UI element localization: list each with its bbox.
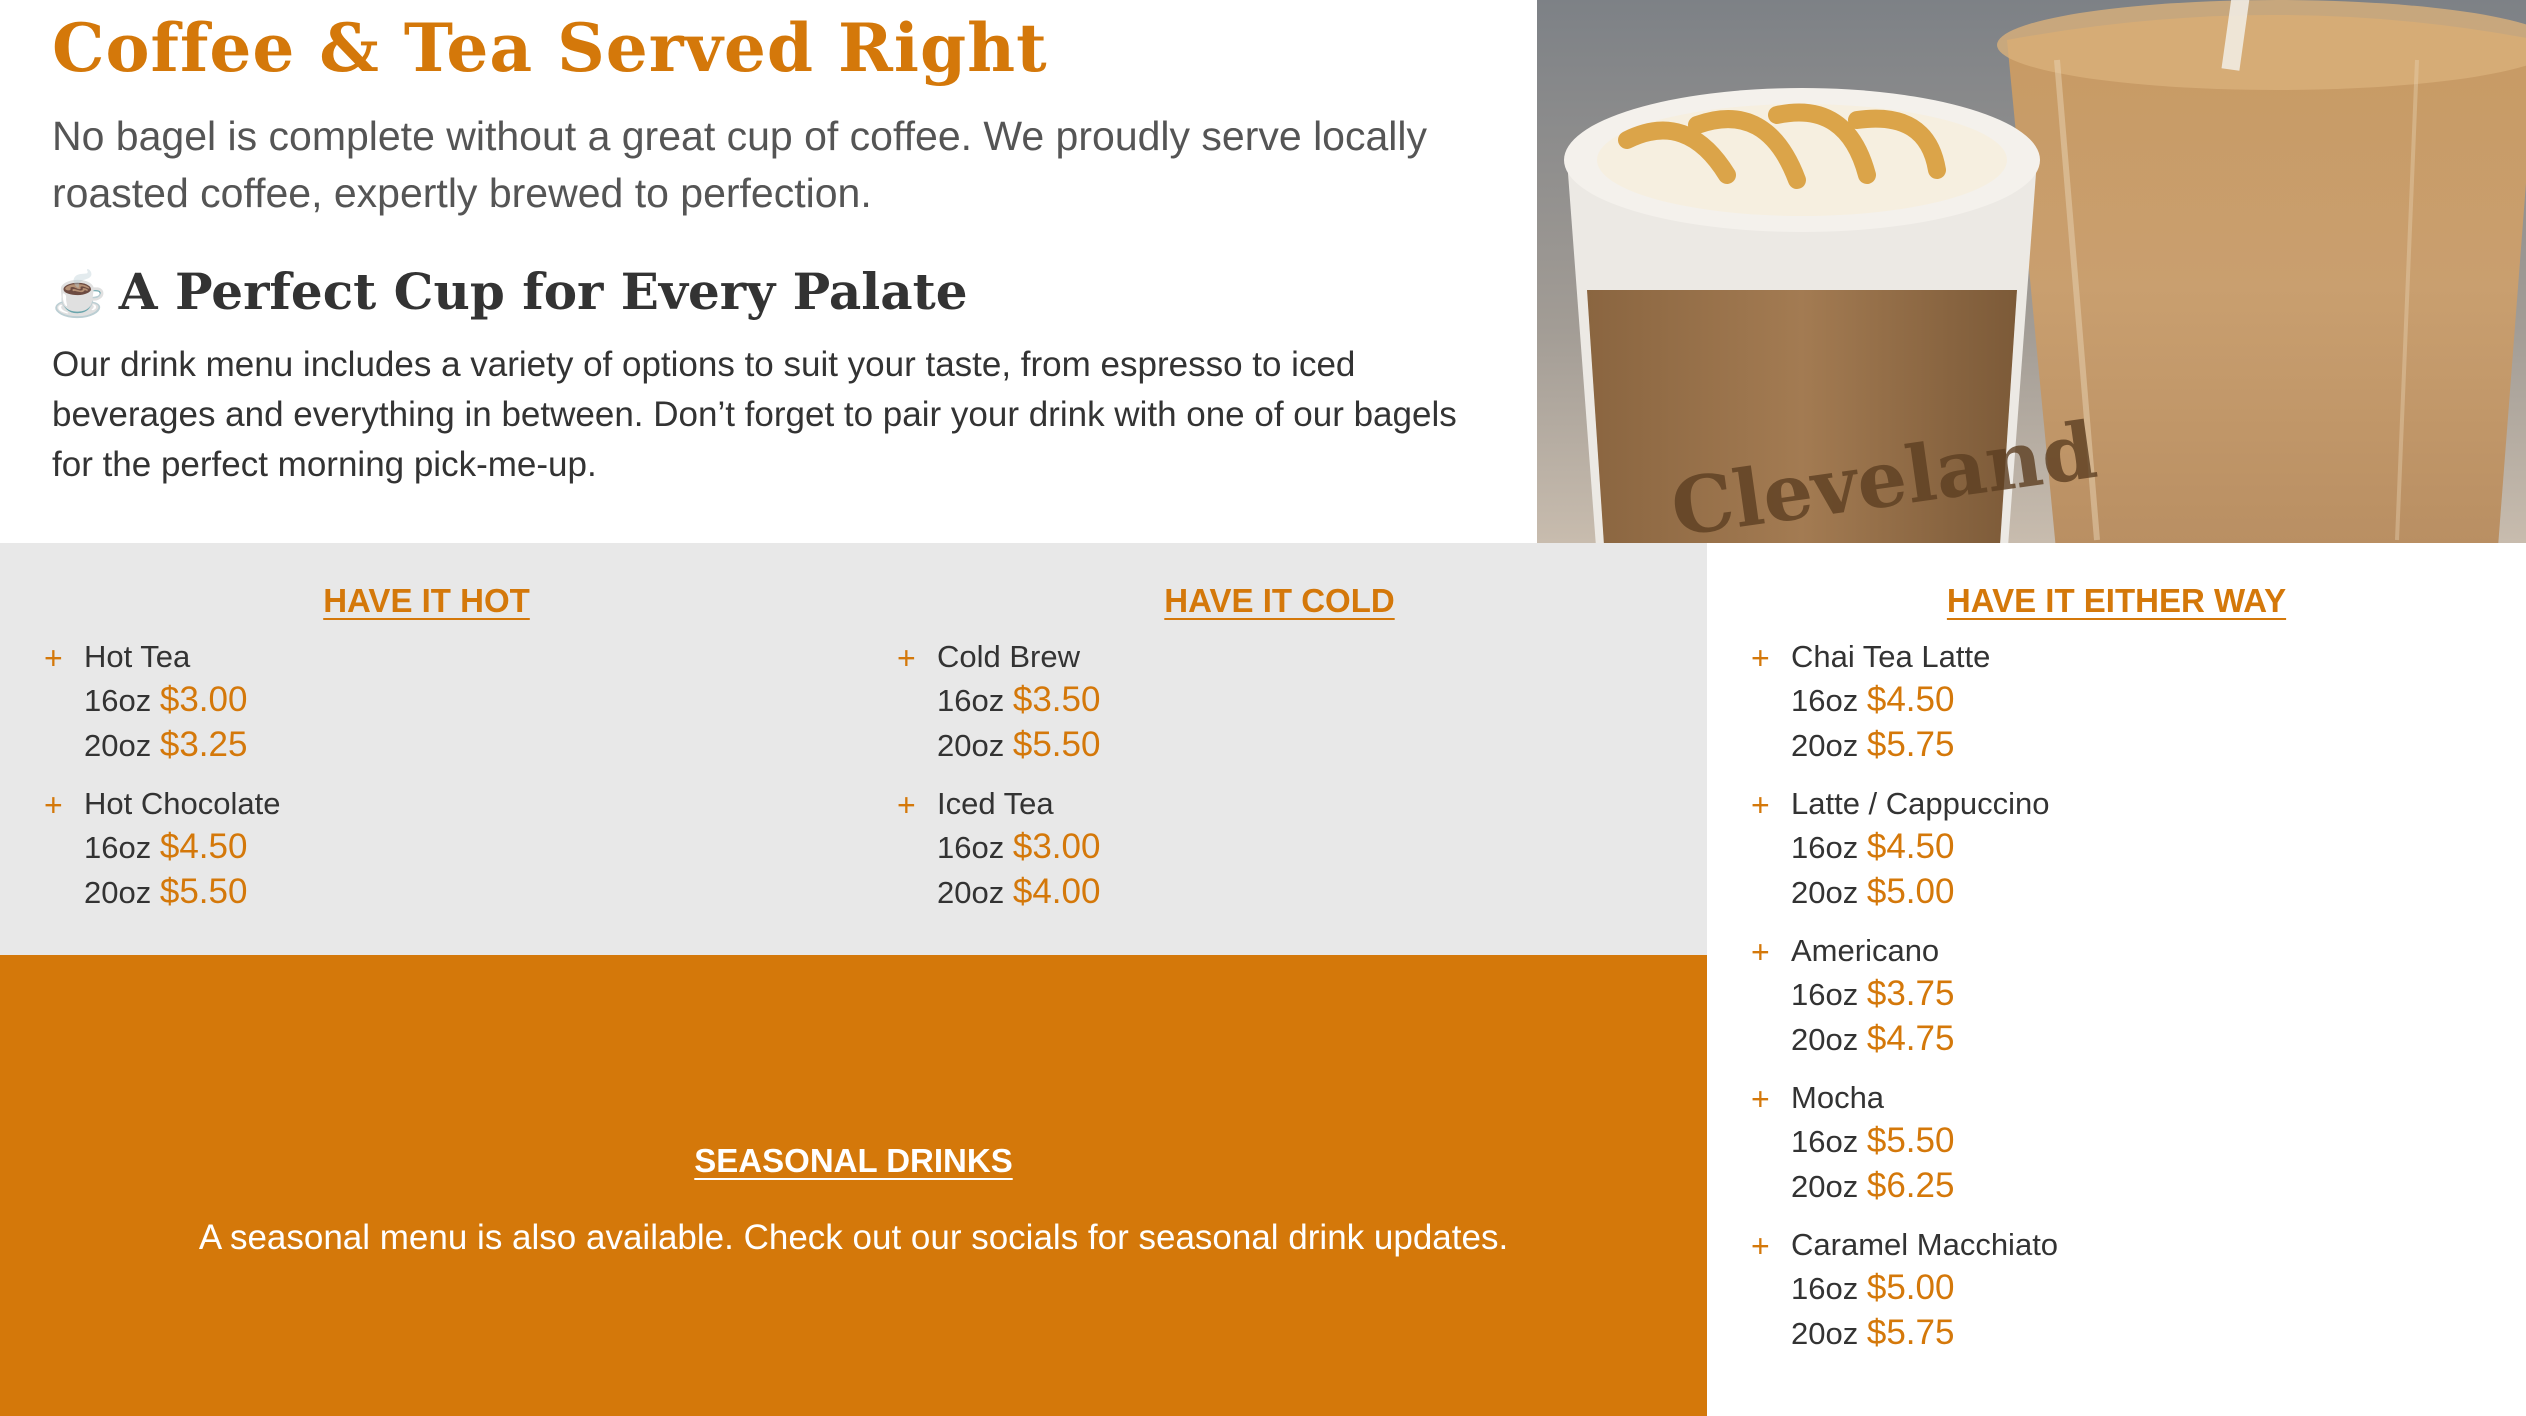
price: $4.75: [1866, 1019, 1955, 1058]
size-price-line: 16oz $4.50: [84, 825, 853, 870]
section-subheading: ☕ A Perfect Cup for Every Palate: [52, 252, 968, 335]
plus-icon[interactable]: +: [897, 783, 916, 827]
menu-item: + Americano 16oz $3.75 20oz $4.75: [1751, 930, 2526, 1062]
size-label: 20oz: [1791, 1022, 1859, 1057]
size-price-line: 16oz $3.00: [937, 825, 1706, 870]
price: $3.00: [1012, 827, 1101, 866]
size-price-line: 20oz $6.25: [1791, 1164, 2526, 1209]
menu-item: + Hot Chocolate 16oz $4.50 20oz $5.50: [44, 783, 853, 915]
size-label: 16oz: [1791, 830, 1859, 865]
price: $4.00: [1012, 872, 1101, 911]
size-price-line: 20oz $4.00: [937, 870, 1706, 915]
menu-item: + Caramel Macchiato 16oz $5.00 20oz $5.7…: [1751, 1224, 2526, 1356]
heading-have-it-hot[interactable]: HAVE IT HOT: [0, 580, 853, 622]
size-label: 20oz: [84, 875, 152, 910]
item-name: Latte / Cappuccino: [1791, 786, 2050, 821]
seasonal-text: A seasonal menu is also available. Check…: [198, 1218, 1509, 1257]
menu-column-hot: HAVE IT HOT + Hot Tea 16oz $3.00 20oz $3…: [0, 580, 853, 915]
size-price-line: 20oz $5.50: [84, 870, 853, 915]
menu-item: + Chai Tea Latte 16oz $4.50 20oz $5.75: [1751, 636, 2526, 768]
coffee-cups-illustration: Cleveland: [1537, 0, 2526, 543]
menu-item: + Mocha 16oz $5.50 20oz $6.25: [1751, 1077, 2526, 1209]
item-name: Cold Brew: [937, 639, 1080, 674]
size-label: 20oz: [1791, 1169, 1859, 1204]
plus-icon[interactable]: +: [897, 636, 916, 680]
item-name: Hot Chocolate: [84, 786, 281, 821]
menu-item: + Iced Tea 16oz $3.00 20oz $4.00: [897, 783, 1706, 915]
size-price-line: 16oz $4.50: [1791, 825, 2526, 870]
item-name: Hot Tea: [84, 639, 191, 674]
coffee-cup-icon: ☕: [52, 269, 107, 320]
price: $6.25: [1866, 1166, 1955, 1205]
item-name: Iced Tea: [937, 786, 1054, 821]
price: $5.50: [1866, 1121, 1955, 1160]
size-label: 20oz: [937, 875, 1005, 910]
plus-icon[interactable]: +: [1751, 1077, 1770, 1121]
size-label: 20oz: [937, 728, 1005, 763]
size-label: 20oz: [1791, 728, 1859, 763]
size-price-line: 16oz $5.50: [1791, 1119, 2526, 1164]
coffee-photo: Cleveland: [1537, 0, 2526, 543]
size-label: 16oz: [1791, 1271, 1859, 1306]
menu-item: + Latte / Cappuccino 16oz $4.50 20oz $5.…: [1751, 783, 2526, 915]
price: $5.50: [1012, 725, 1101, 764]
size-price-line: 20oz $5.50: [937, 723, 1706, 768]
price: $3.00: [159, 680, 248, 719]
size-price-line: 20oz $5.00: [1791, 870, 2526, 915]
size-price-line: 16oz $3.50: [937, 678, 1706, 723]
price: $5.00: [1866, 1268, 1955, 1307]
price: $5.00: [1866, 872, 1955, 911]
size-price-line: 20oz $5.75: [1791, 1311, 2526, 1356]
menu-column-either: HAVE IT EITHER WAY + Chai Tea Latte 16oz…: [1707, 580, 2526, 1356]
plus-icon[interactable]: +: [44, 783, 63, 827]
heading-have-it-cold[interactable]: HAVE IT COLD: [853, 580, 1706, 622]
size-price-line: 16oz $5.00: [1791, 1266, 2526, 1311]
size-price-line: 16oz $3.00: [84, 678, 853, 723]
size-price-line: 20oz $3.25: [84, 723, 853, 768]
size-label: 16oz: [84, 683, 152, 718]
plus-icon[interactable]: +: [1751, 636, 1770, 680]
page-title: Coffee & Tea Served Right: [52, 9, 1048, 87]
size-label: 16oz: [937, 830, 1005, 865]
menu-item: + Cold Brew 16oz $3.50 20oz $5.50: [897, 636, 1706, 768]
price: $3.25: [159, 725, 248, 764]
menu-column-cold: HAVE IT COLD + Cold Brew 16oz $3.50 20oz…: [853, 580, 1706, 915]
size-label: 16oz: [1791, 977, 1859, 1012]
item-name: Mocha: [1791, 1080, 1885, 1115]
plus-icon[interactable]: +: [1751, 930, 1770, 974]
size-price-line: 16oz $3.75: [1791, 972, 2526, 1017]
size-price-line: 16oz $4.50: [1791, 678, 2526, 723]
item-name: Chai Tea Latte: [1791, 639, 1991, 674]
size-label: 16oz: [937, 683, 1005, 718]
size-price-line: 20oz $5.75: [1791, 723, 2526, 768]
heading-seasonal-drinks[interactable]: SEASONAL DRINKS: [0, 1140, 1707, 1182]
size-price-line: 20oz $4.75: [1791, 1017, 2526, 1062]
heading-have-it-either-way[interactable]: HAVE IT EITHER WAY: [1707, 580, 2526, 622]
price: $4.50: [1866, 680, 1955, 719]
size-label: 16oz: [1791, 683, 1859, 718]
price: $5.75: [1866, 1313, 1955, 1352]
item-name: Americano: [1791, 933, 1940, 968]
price: $4.50: [159, 827, 248, 866]
intro-body-text: Our drink menu includes a variety of opt…: [52, 345, 1457, 484]
price: $4.50: [1866, 827, 1955, 866]
size-label: 16oz: [84, 830, 152, 865]
item-name: Caramel Macchiato: [1791, 1227, 2059, 1262]
seasonal-drinks-section: SEASONAL DRINKS A seasonal menu is also …: [0, 955, 1707, 1416]
size-label: 20oz: [84, 728, 152, 763]
subheading-text: A Perfect Cup for Every Palate: [118, 262, 968, 321]
size-label: 20oz: [1791, 875, 1859, 910]
plus-icon[interactable]: +: [1751, 783, 1770, 827]
price: $3.75: [1866, 974, 1955, 1013]
price: $5.75: [1866, 725, 1955, 764]
price: $5.50: [159, 872, 248, 911]
plus-icon[interactable]: +: [44, 636, 63, 680]
intro-lead-text: No bagel is complete without a great cup…: [52, 113, 1428, 216]
size-label: 20oz: [1791, 1316, 1859, 1351]
price: $3.50: [1012, 680, 1101, 719]
size-label: 16oz: [1791, 1124, 1859, 1159]
plus-icon[interactable]: +: [1751, 1224, 1770, 1268]
menu-item: + Hot Tea 16oz $3.00 20oz $3.25: [44, 636, 853, 768]
